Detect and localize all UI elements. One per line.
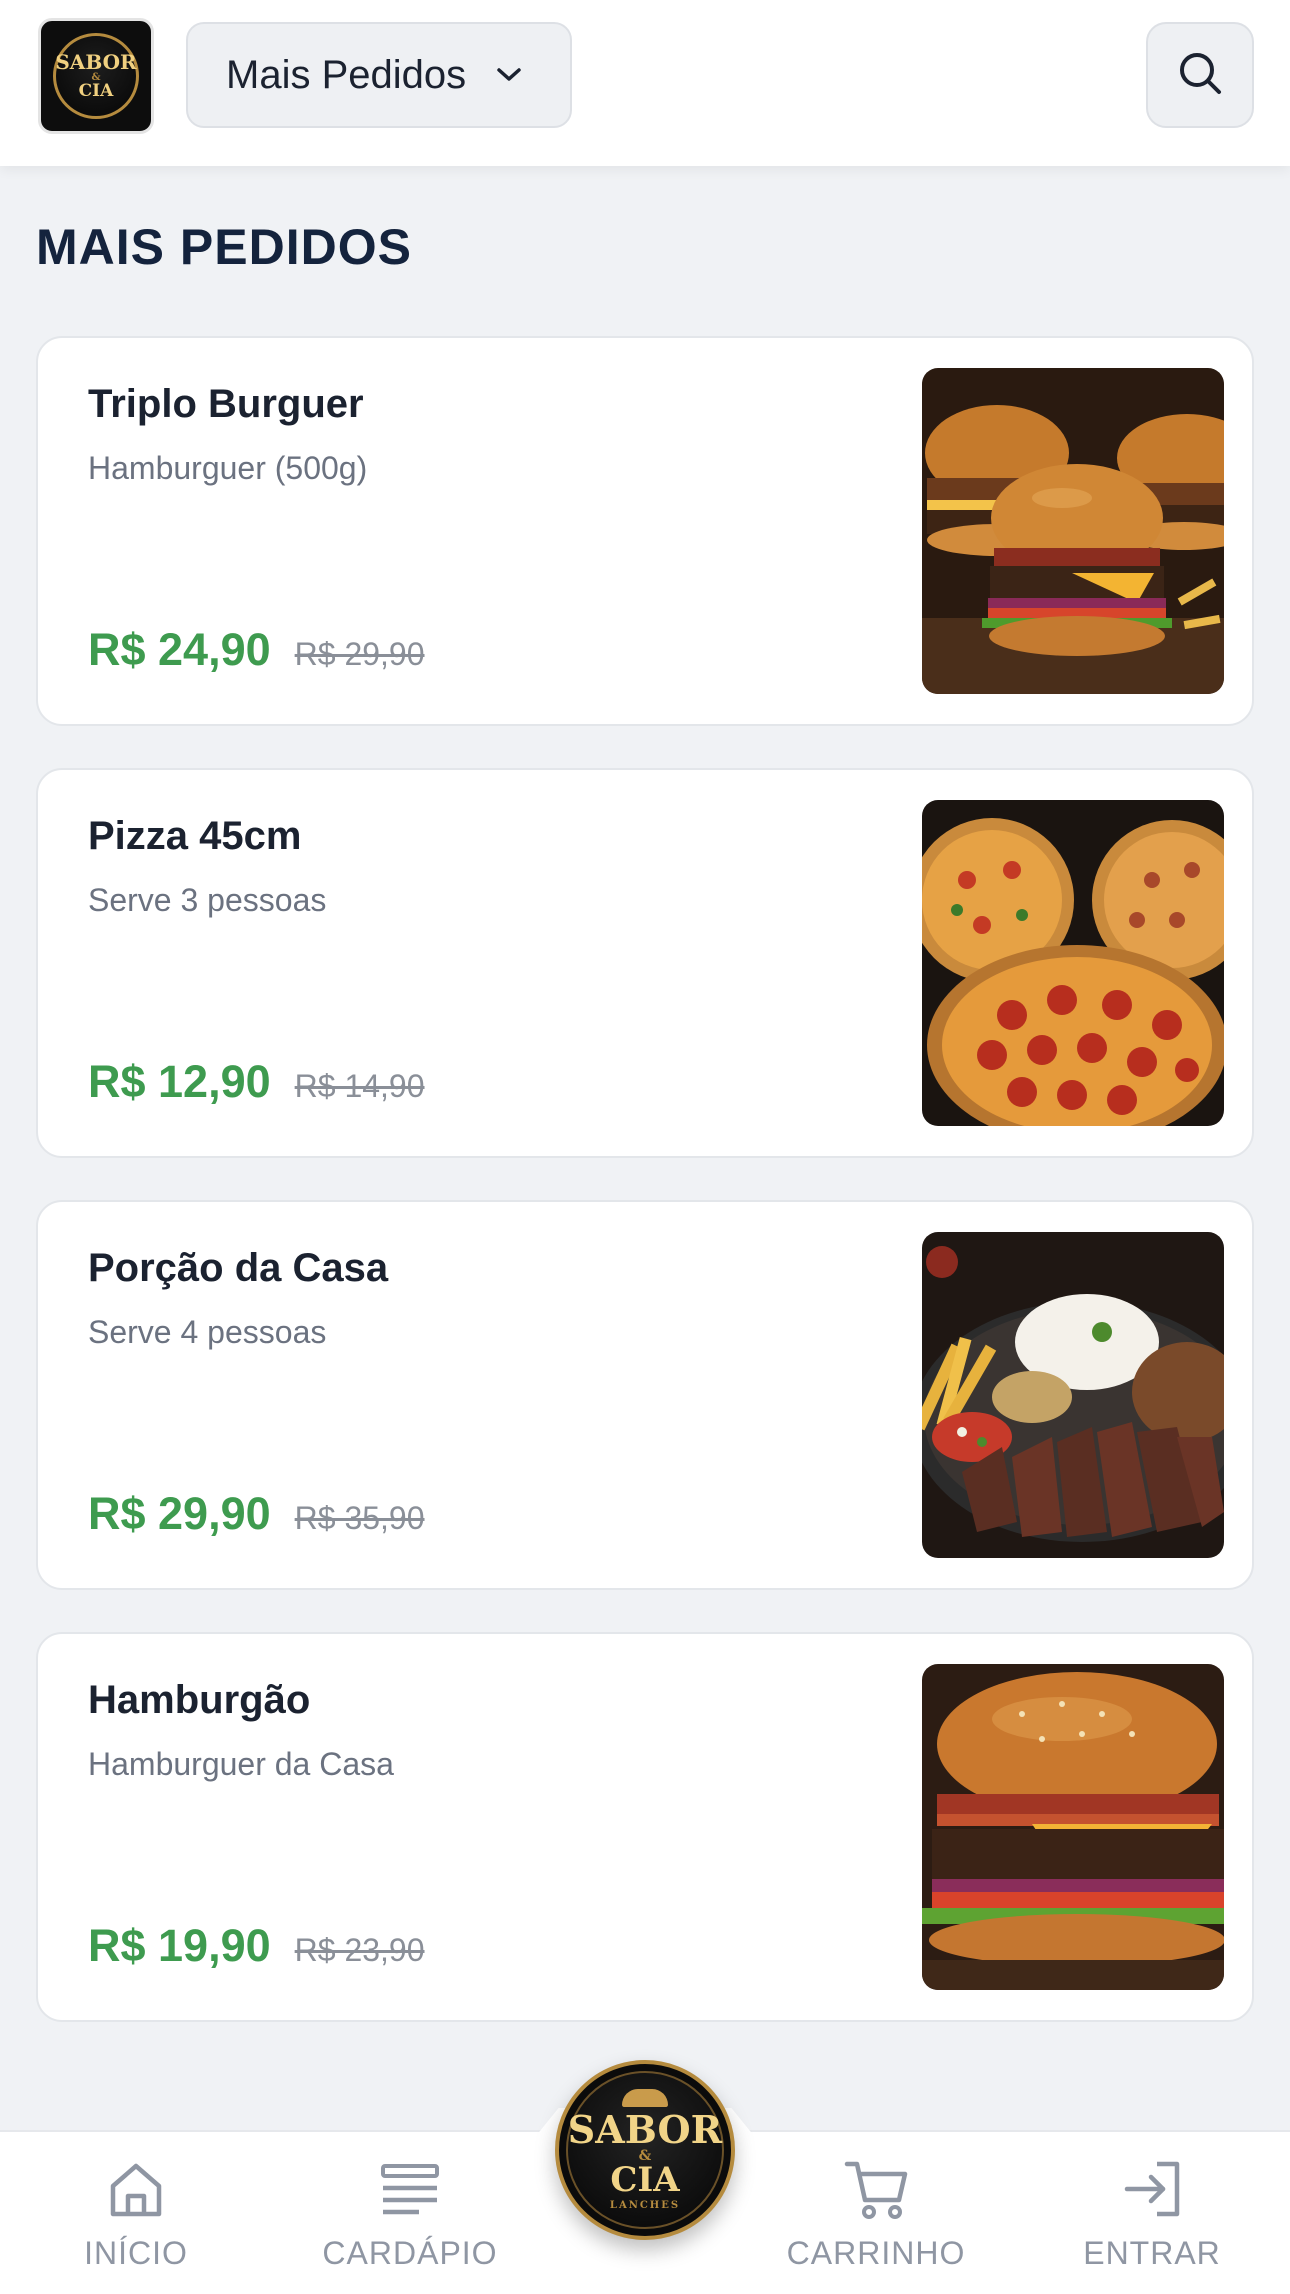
logo-text-lanches: LANCHES	[609, 2200, 681, 2211]
nav-label: CARDÁPIO	[322, 2235, 498, 2271]
product-old-price: R$ 35,90	[294, 1500, 425, 1536]
category-dropdown-label: Mais Pedidos	[226, 52, 467, 97]
logo-text-sabor: SABOR	[55, 50, 137, 74]
search-icon	[1175, 48, 1225, 103]
big-burger-image	[922, 1664, 1224, 1990]
product-name: Porção da Casa	[88, 1246, 389, 1290]
nav-item-carrinho[interactable]: CARRINHO	[766, 2158, 986, 2278]
home-icon	[105, 2158, 167, 2225]
nav-item-entrar[interactable]: ENTRAR	[1042, 2158, 1262, 2278]
nav-item-cardapio[interactable]: CARDÁPIO	[300, 2158, 520, 2278]
logo-text-cia: CIA	[78, 81, 114, 101]
section-title: MAIS PEDIDOS	[36, 219, 412, 275]
product-price: R$ 24,90	[88, 624, 271, 675]
product-name: Pizza 45cm	[88, 814, 302, 858]
menu-icon	[379, 2158, 441, 2225]
product-old-price: R$ 29,90	[294, 636, 425, 672]
logo-emblem: SABOR & CIA	[53, 33, 139, 119]
product-card-pizza-45cm[interactable]: Pizza 45cm Serve 3 pessoas R$ 12,90 R$ 1…	[36, 768, 1254, 1158]
product-old-price: R$ 23,90	[294, 1932, 425, 1968]
price-row: R$ 12,90 R$ 14,90	[88, 1056, 425, 1108]
burger-icon	[622, 2089, 668, 2107]
chevron-down-icon	[494, 60, 524, 90]
house-platter-image	[922, 1232, 1224, 1558]
logo-text-cia: CIA	[610, 2160, 680, 2200]
product-price: R$ 19,90	[88, 1920, 271, 1971]
product-card-hamburgao[interactable]: Hamburgão Hamburguer da Casa R$ 19,90 R$…	[36, 1632, 1254, 2022]
app-header: SABOR & CIA Mais Pedidos	[0, 0, 1290, 166]
nav-label: CARRINHO	[786, 2235, 966, 2271]
product-card-triplo-burguer[interactable]: Triplo Burguer Hamburguer (500g) R$ 24,9…	[36, 336, 1254, 726]
product-old-price: R$ 14,90	[294, 1068, 425, 1104]
product-name: Triplo Burguer	[88, 382, 364, 426]
nav-label: ENTRAR	[1083, 2235, 1221, 2271]
triple-burger-image	[922, 368, 1224, 694]
nav-item-inicio[interactable]: INÍCIO	[26, 2158, 246, 2278]
category-dropdown[interactable]: Mais Pedidos	[186, 22, 572, 128]
center-logo-button[interactable]: SABOR & CIA LANCHES	[555, 2060, 735, 2240]
logo-emblem: SABOR & CIA LANCHES	[566, 2071, 724, 2229]
login-icon	[1121, 2158, 1183, 2225]
product-price: R$ 29,90	[88, 1488, 271, 1539]
brand-logo[interactable]: SABOR & CIA	[38, 18, 154, 134]
price-row: R$ 24,90 R$ 29,90	[88, 624, 425, 676]
product-name: Hamburgão	[88, 1678, 311, 1722]
price-row: R$ 19,90 R$ 23,90	[88, 1920, 425, 1972]
product-description: Serve 3 pessoas	[88, 882, 327, 918]
price-row: R$ 29,90 R$ 35,90	[88, 1488, 425, 1540]
nav-label: INÍCIO	[84, 2235, 188, 2271]
pizza-image	[922, 800, 1224, 1126]
product-price: R$ 12,90	[88, 1056, 271, 1107]
product-card-porcao-da-casa[interactable]: Porção da Casa Serve 4 pessoas R$ 29,90 …	[36, 1200, 1254, 1590]
cart-icon	[843, 2158, 909, 2225]
logo-text-sabor: SABOR	[567, 2107, 723, 2152]
product-description: Hamburguer da Casa	[88, 1746, 394, 1782]
product-description: Serve 4 pessoas	[88, 1314, 327, 1350]
search-button[interactable]	[1146, 22, 1254, 128]
product-description: Hamburguer (500g)	[88, 450, 368, 486]
